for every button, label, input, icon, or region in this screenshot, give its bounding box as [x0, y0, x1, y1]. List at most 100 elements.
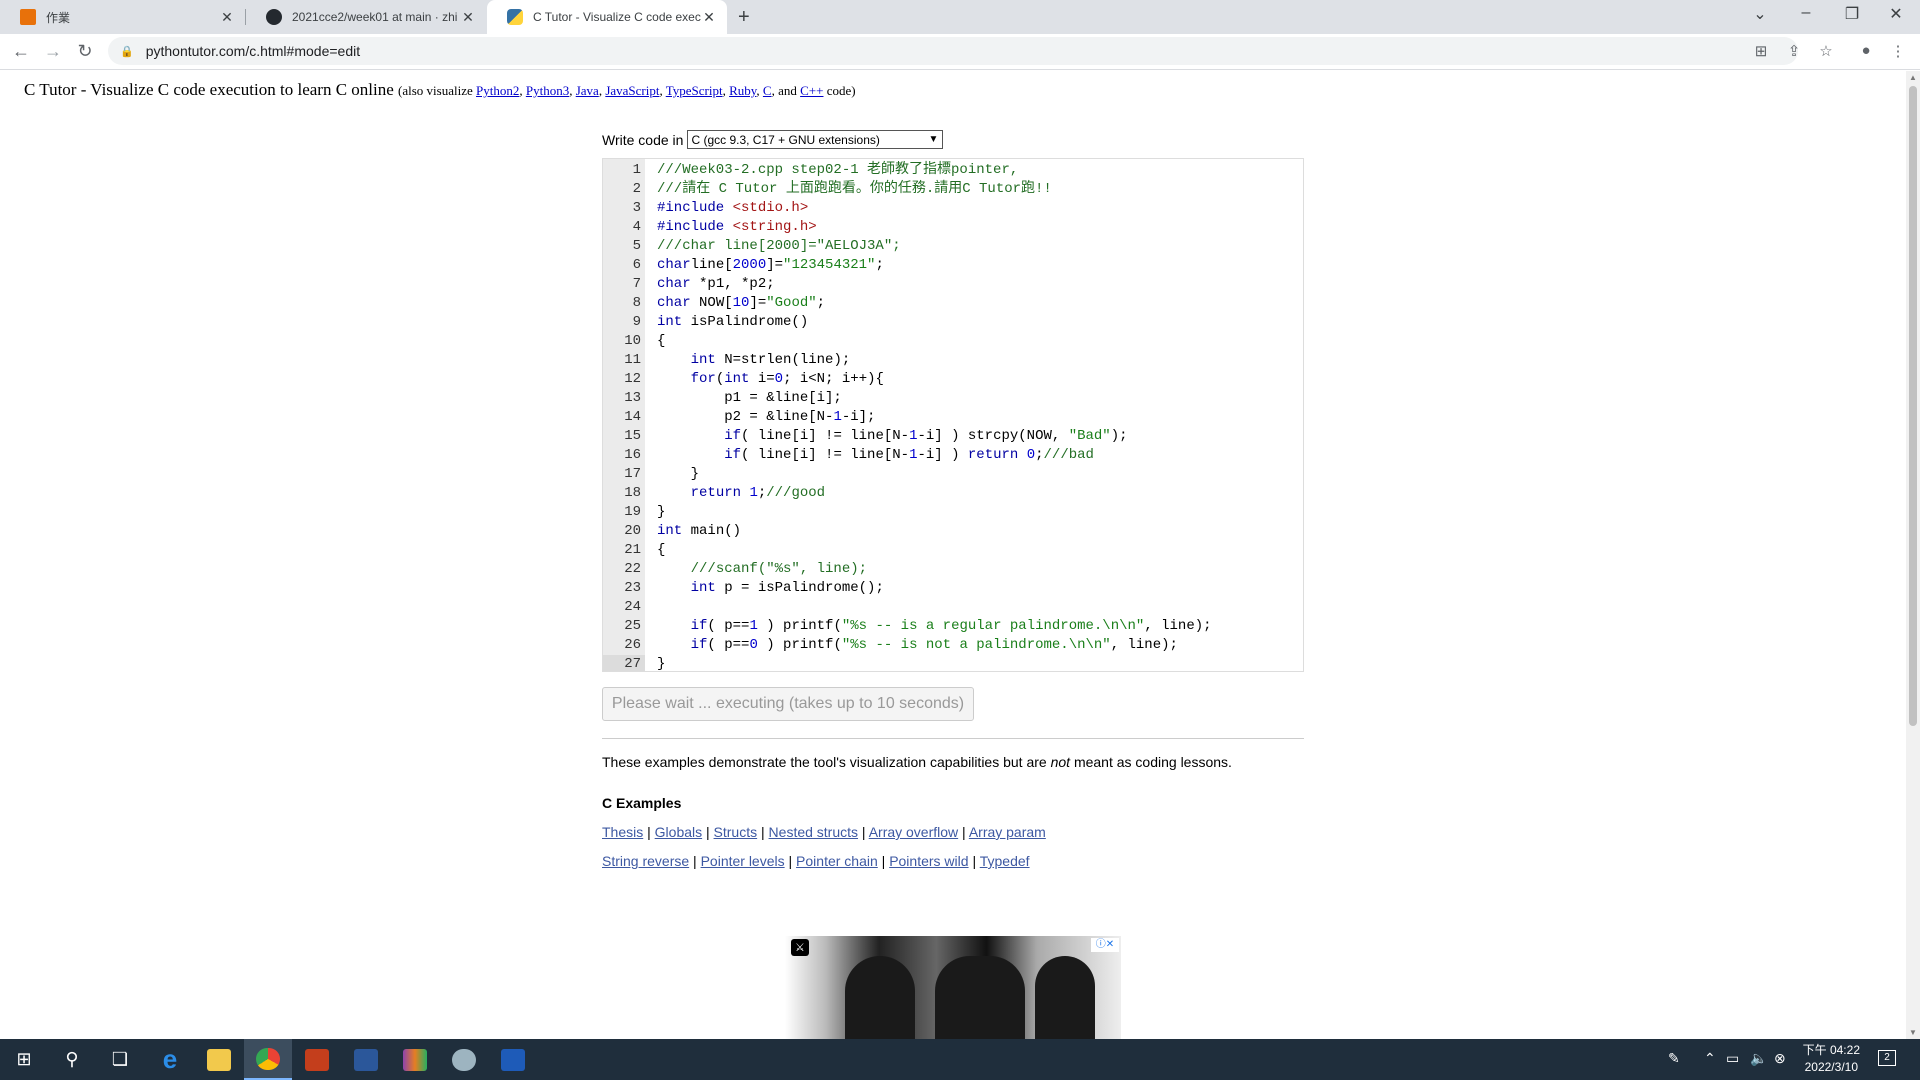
- code-line[interactable]: 6 charline[2000]="123454321";: [603, 256, 1303, 275]
- code-text[interactable]: for(int i=0; i<N; i++){: [657, 370, 884, 389]
- lock-icon[interactable]: 🔒: [120, 45, 134, 58]
- example-link-array-overflow[interactable]: Array overflow: [869, 824, 958, 840]
- network-icon[interactable]: ▭: [1726, 1050, 1739, 1067]
- powerpoint-icon[interactable]: [293, 1039, 341, 1080]
- code-line[interactable]: 5 ///char line[2000]="AELOJ3A";: [603, 237, 1303, 256]
- file-explorer-icon[interactable]: [195, 1039, 243, 1080]
- code-line[interactable]: 27}: [603, 655, 1303, 671]
- new-tab-button[interactable]: +: [738, 6, 750, 29]
- link-typescript[interactable]: TypeScript: [666, 83, 723, 98]
- code-text[interactable]: char NOW[10]="Good";: [657, 294, 825, 313]
- code-text[interactable]: char *p1, *p2;: [657, 275, 775, 294]
- code-line[interactable]: 17 }: [603, 465, 1303, 484]
- close-icon[interactable]: ✕: [701, 9, 717, 26]
- scroll-up-arrow-icon[interactable]: ▲: [1909, 73, 1917, 82]
- link-javascript[interactable]: JavaScript: [605, 83, 659, 98]
- reload-icon[interactable]: ↻: [73, 41, 97, 62]
- tab-homework[interactable]: 作業 ✕: [0, 0, 245, 34]
- search-icon[interactable]: ⚲: [48, 1039, 96, 1080]
- code-line[interactable]: 3 #include <stdio.h>: [603, 199, 1303, 218]
- code-text[interactable]: }: [657, 655, 665, 671]
- bookmark-star-icon[interactable]: ☆: [1814, 42, 1838, 60]
- code-text[interactable]: if( p==1 ) printf("%s -- is a regular pa…: [657, 617, 1212, 636]
- notification-center-icon[interactable]: 2: [1878, 1050, 1896, 1066]
- code-text[interactable]: if( line[i] != line[N-1-i] ) return 0;//…: [657, 446, 1094, 465]
- code-text[interactable]: ///Week03-2.cpp step02-1 老師教了指標pointer,: [657, 161, 1018, 180]
- tab-search-icon[interactable]: ⌄: [1740, 4, 1780, 24]
- code-text[interactable]: p1 = &line[i];: [657, 389, 842, 408]
- start-icon[interactable]: ⊞: [0, 1039, 48, 1080]
- share-icon[interactable]: ⇪: [1782, 42, 1806, 60]
- example-link-pointer-chain[interactable]: Pointer chain: [796, 853, 878, 869]
- code-line[interactable]: 23 int p = isPalindrome();: [603, 579, 1303, 598]
- example-link-pointers-wild[interactable]: Pointers wild: [889, 853, 968, 869]
- code-editor[interactable]: 1 ///Week03-2.cpp step02-1 老師教了指標pointer,…: [602, 158, 1304, 672]
- volume-icon[interactable]: 🔈: [1750, 1050, 1767, 1067]
- code-text[interactable]: int main(): [657, 522, 741, 541]
- code-line[interactable]: 13 p1 = &line[i];: [603, 389, 1303, 408]
- code-line[interactable]: 8 char NOW[10]="Good";: [603, 294, 1303, 313]
- code-line[interactable]: 2 ///請在 C Tutor 上面跑跑看。你的任務.請用C Tutor跑!!: [603, 180, 1303, 199]
- code-line[interactable]: 21 {: [603, 541, 1303, 560]
- code-line[interactable]: 7 char *p1, *p2;: [603, 275, 1303, 294]
- page-scrollbar[interactable]: ▲ ▼: [1906, 71, 1920, 1039]
- example-link-typedef[interactable]: Typedef: [980, 853, 1030, 869]
- link-ruby[interactable]: Ruby: [729, 83, 756, 98]
- minimize-icon[interactable]: –: [1786, 4, 1826, 22]
- code-text[interactable]: if( line[i] != line[N-1-i] ) strcpy(NOW,…: [657, 427, 1127, 446]
- code-line[interactable]: 24: [603, 598, 1303, 617]
- devcpp-icon[interactable]: [489, 1039, 537, 1080]
- forward-arrow-icon[interactable]: →: [41, 41, 65, 62]
- code-line[interactable]: 15 if( line[i] != line[N-1-i] ) strcpy(N…: [603, 427, 1303, 446]
- code-line[interactable]: 18 return 1;///good: [603, 484, 1303, 503]
- link-python2[interactable]: Python2: [476, 83, 519, 98]
- scrollbar-thumb[interactable]: [1909, 86, 1917, 726]
- code-line[interactable]: 22 ///scanf("%s", line);: [603, 560, 1303, 579]
- code-line[interactable]: 10 {: [603, 332, 1303, 351]
- code-text[interactable]: #include <string.h>: [657, 218, 817, 237]
- language-select[interactable]: C (gcc 9.3, C17 + GNU extensions) ▼: [687, 130, 944, 149]
- translate-icon[interactable]: ⊞: [1749, 42, 1773, 60]
- url-text[interactable]: pythontutor.com/c.html#mode=edit: [146, 43, 360, 59]
- code-line[interactable]: 16 if( line[i] != line[N-1-i] ) return 0…: [603, 446, 1303, 465]
- code-text[interactable]: #include <stdio.h>: [657, 199, 808, 218]
- link-java[interactable]: Java: [576, 83, 599, 98]
- code-text[interactable]: ///char line[2000]="AELOJ3A";: [657, 237, 901, 256]
- visualize-execution-button[interactable]: Please wait ... executing (takes up to 1…: [602, 687, 974, 721]
- example-link-nested-structs[interactable]: Nested structs: [769, 824, 858, 840]
- advertisement-banner[interactable]: ⚔ ⓘ✕: [785, 936, 1121, 1046]
- code-text[interactable]: }: [657, 465, 699, 484]
- tab-github[interactable]: 2021cce2/week01 at main · zhi ✕: [246, 0, 486, 34]
- close-icon[interactable]: ✕: [460, 9, 476, 26]
- tab-c-tutor[interactable]: C Tutor - Visualize C code exec ✕: [487, 0, 727, 34]
- code-line[interactable]: 11 int N=strlen(line);: [603, 351, 1303, 370]
- code-text[interactable]: if( p==0 ) printf("%s -- is not a palind…: [657, 636, 1178, 655]
- example-link-pointer-levels[interactable]: Pointer levels: [701, 853, 785, 869]
- code-line[interactable]: 20 int main(): [603, 522, 1303, 541]
- code-text[interactable]: {: [657, 541, 665, 560]
- code-line[interactable]: 19}: [603, 503, 1303, 522]
- link-cpp[interactable]: C++: [800, 83, 823, 98]
- scroll-down-arrow-icon[interactable]: ▼: [1909, 1028, 1917, 1037]
- internet-explorer-icon[interactable]: e: [146, 1039, 194, 1080]
- chrome-icon[interactable]: [244, 1039, 292, 1080]
- pen-icon[interactable]: ✎: [1668, 1050, 1680, 1067]
- system-clock[interactable]: 下午 04:22 2022/3/10: [1803, 1042, 1860, 1076]
- ad-choices-close-icon[interactable]: ⓘ✕: [1091, 938, 1119, 952]
- code-line[interactable]: 9 int isPalindrome(): [603, 313, 1303, 332]
- link-python3[interactable]: Python3: [526, 83, 569, 98]
- code-line[interactable]: 25 if( p==1 ) printf("%s -- is a regular…: [603, 617, 1303, 636]
- code-text[interactable]: }: [657, 503, 665, 522]
- word-icon[interactable]: [342, 1039, 390, 1080]
- code-text[interactable]: ///請在 C Tutor 上面跑跑看。你的任務.請用C Tutor跑!!: [657, 180, 1052, 199]
- link-c[interactable]: C: [763, 83, 772, 98]
- code-text[interactable]: {: [657, 332, 665, 351]
- restore-icon[interactable]: ❐: [1832, 4, 1872, 24]
- code-line[interactable]: 12 for(int i=0; i<N; i++){: [603, 370, 1303, 389]
- code-text[interactable]: int isPalindrome(): [657, 313, 808, 332]
- back-arrow-icon[interactable]: ←: [9, 41, 33, 62]
- example-link-string-reverse[interactable]: String reverse: [602, 853, 689, 869]
- chevron-up-icon[interactable]: ⌃: [1704, 1050, 1716, 1067]
- example-link-globals[interactable]: Globals: [655, 824, 702, 840]
- close-icon[interactable]: ✕: [219, 9, 235, 26]
